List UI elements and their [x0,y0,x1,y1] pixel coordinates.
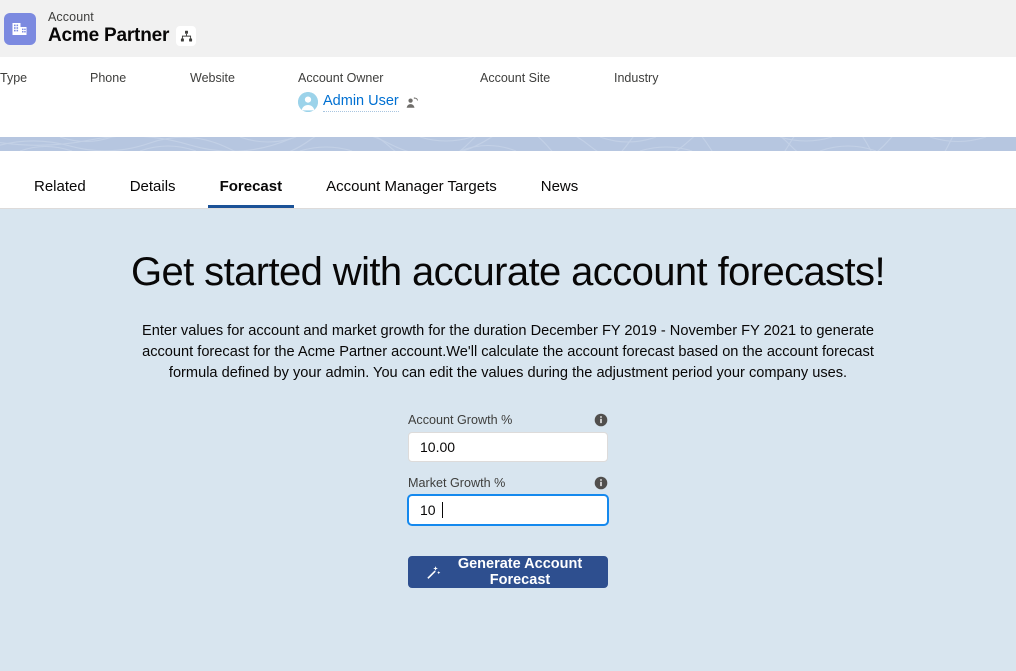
generate-button-label: Generate Account Forecast [457,556,583,588]
info-icon[interactable] [594,413,608,427]
field-industry: Industry [614,69,734,137]
account-owner-link[interactable]: Admin User [323,93,399,112]
decorative-banner-band [0,137,1016,151]
field-label-industry: Industry [614,71,659,85]
field-label-account-site: Account Site [480,71,551,85]
field-account-site: Account Site [480,69,614,137]
tab-label-account-manager-targets: Account Manager Targets [326,178,497,195]
market-growth-input[interactable] [408,495,608,525]
tab-label-news: News [540,178,579,195]
field-website: Website [190,69,298,137]
tab-details[interactable]: Details [108,165,198,208]
change-owner-icon[interactable] [405,96,418,109]
tab-forecast[interactable]: Forecast [198,165,305,208]
object-type-label: Account [48,9,94,24]
forecast-onboarding-panel: Get started with accurate account foreca… [0,209,1016,671]
hero-description: Enter values for account and market grow… [142,323,874,381]
field-type: Type [0,69,90,137]
field-value-account-owner: Admin User [298,92,470,112]
account-growth-field-group: Account Growth % [408,413,608,462]
magic-wand-icon [426,565,441,580]
info-icon[interactable] [594,476,608,490]
account-growth-label-row: Account Growth % [408,413,608,427]
tab-label-forecast: Forecast [219,178,283,195]
user-avatar-icon [298,92,318,112]
generate-button-row: Generate Account Forecast [408,556,608,588]
tab-account-manager-targets[interactable]: Account Manager Targets [304,165,519,208]
market-growth-input-wrap [408,495,608,525]
text-cursor [442,502,443,518]
field-account-owner: Account Owner Admin User [298,69,480,137]
tab-label-details: Details [129,178,176,195]
field-label-account-owner: Account Owner [298,71,384,85]
page-title: Acme Partner [48,25,170,47]
market-growth-label: Market Growth % [408,476,506,490]
field-label-phone: Phone [90,71,127,85]
field-phone: Phone [90,69,190,137]
market-growth-field-group: Market Growth % [408,476,608,525]
highlights-field-row: Type Phone Website Account Owner Admin U… [0,57,1016,137]
hero-title: Get started with accurate account foreca… [131,250,886,294]
field-label-type: Type [0,71,28,85]
account-building-icon [4,12,36,45]
account-growth-label: Account Growth % [408,413,513,427]
band-gap-spacer [0,151,1016,165]
generate-account-forecast-button[interactable]: Generate Account Forecast [408,556,608,588]
field-label-website: Website [190,71,235,85]
record-header: Account Acme Partner [0,0,1016,57]
market-growth-label-row: Market Growth % [408,476,608,490]
tab-related[interactable]: Related [12,165,108,208]
account-growth-input[interactable] [408,432,608,462]
record-name-row: Acme Partner [48,25,197,47]
tab-news[interactable]: News [519,165,601,208]
account-growth-input-wrap [408,432,608,462]
forecast-growth-form: Account Growth % Market Growth % [408,413,608,588]
account-hierarchy-icon[interactable] [176,26,197,47]
record-tab-bar: Related Details Forecast Account Manager… [0,165,1016,209]
tab-label-related: Related [34,178,86,195]
record-title-block: Account Acme Partner [48,9,197,47]
